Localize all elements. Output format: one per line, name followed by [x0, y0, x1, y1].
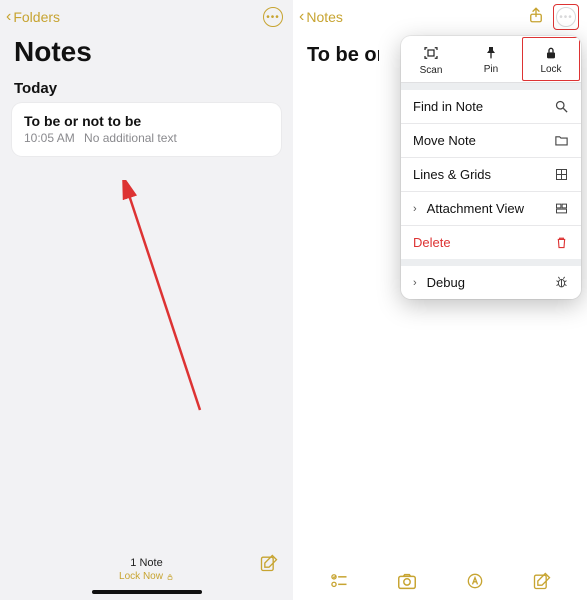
footer: 1 Note Lock Now: [0, 557, 293, 594]
note-count: 1 Note: [130, 557, 162, 569]
compose-button[interactable]: [532, 571, 552, 591]
note-detail-screen: ‹ Notes ••• To be or: [293, 0, 587, 600]
back-to-notes[interactable]: ‹ Notes: [299, 9, 343, 25]
find-in-note-item[interactable]: Find in Note: [401, 90, 581, 123]
lock-icon: [166, 573, 174, 581]
context-menu-popover: Scan Pin Lock: [401, 36, 581, 299]
search-icon: [554, 99, 569, 114]
header: ‹ Folders •••: [0, 0, 293, 28]
lock-icon: [543, 45, 559, 61]
notes-list-screen: ‹ Folders ••• Notes Today To be or not t…: [0, 0, 293, 600]
note-title: To be or: [293, 28, 379, 67]
top-actions-row: Scan Pin Lock: [401, 36, 581, 83]
grid-icon: [554, 167, 569, 182]
more-options-button[interactable]: •••: [553, 4, 579, 30]
scan-action[interactable]: Scan: [401, 36, 461, 82]
camera-button[interactable]: [396, 570, 418, 592]
back-to-folders[interactable]: ‹ Folders: [6, 9, 60, 25]
checklist-icon: [329, 571, 349, 591]
share-button[interactable]: [527, 6, 545, 29]
bug-icon: [554, 275, 569, 290]
compose-icon: [532, 571, 552, 591]
move-note-item[interactable]: Move Note: [401, 123, 581, 157]
back-label: Notes: [306, 9, 343, 25]
checklist-button[interactable]: [329, 571, 349, 591]
pin-icon: [483, 45, 499, 61]
page-title: Notes: [0, 28, 293, 74]
note-snippet: No additional text: [84, 131, 177, 145]
more-options-icon[interactable]: •••: [263, 7, 283, 27]
note-time: 10:05 AM: [24, 131, 75, 145]
note-row[interactable]: To be or not to be 10:05 AM No additiona…: [12, 103, 281, 156]
chevron-right-icon: ›: [413, 203, 417, 215]
camera-icon: [396, 570, 418, 592]
home-indicator: [92, 590, 202, 594]
section-today-label: Today: [0, 74, 293, 103]
chevron-left-icon: ‹: [6, 9, 11, 25]
lines-grids-item[interactable]: Lines & Grids: [401, 157, 581, 191]
scan-icon: [422, 44, 440, 62]
note-meta: 10:05 AM No additional text: [24, 131, 269, 145]
chevron-right-icon: ›: [413, 277, 417, 289]
markup-button[interactable]: [465, 571, 485, 591]
trash-icon: [554, 235, 569, 250]
lock-now-button[interactable]: Lock Now: [119, 571, 174, 582]
markup-icon: [465, 571, 485, 591]
back-label: Folders: [13, 9, 60, 25]
note-title: To be or not to be: [24, 113, 269, 129]
more-options-icon: •••: [556, 7, 576, 27]
editor-toolbar: [293, 570, 587, 592]
attachment-view-item[interactable]: › Attachment View: [401, 191, 581, 225]
header: ‹ Notes •••: [293, 0, 587, 28]
share-icon: [527, 6, 545, 24]
attachment-icon: [554, 201, 569, 216]
lock-action[interactable]: Lock: [521, 36, 581, 82]
folder-icon: [554, 133, 569, 148]
delete-item[interactable]: Delete: [401, 225, 581, 259]
pin-action[interactable]: Pin: [461, 36, 521, 82]
annotation-arrow-icon: [120, 180, 210, 420]
debug-item[interactable]: › Debug: [401, 266, 581, 299]
chevron-left-icon: ‹: [299, 9, 304, 25]
